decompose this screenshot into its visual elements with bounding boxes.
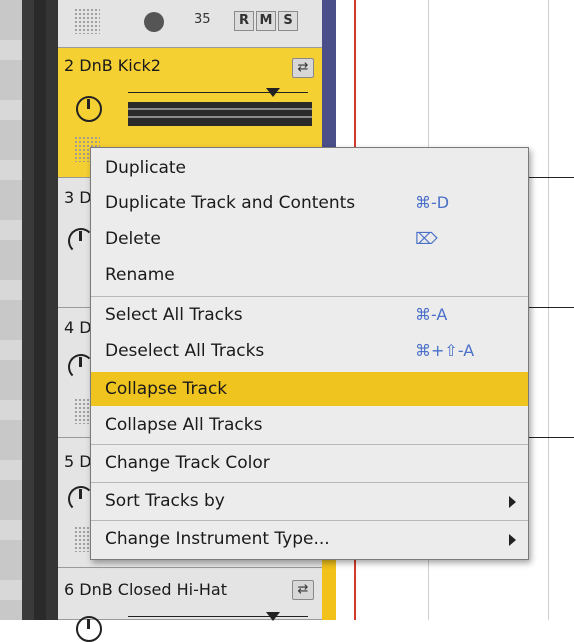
left-edge-strip	[0, 0, 22, 620]
level-meter	[128, 102, 312, 126]
volume-fader-track	[128, 92, 308, 93]
track-color-bar	[322, 0, 336, 48]
menu-item-delete[interactable]: Delete ⌦	[91, 222, 528, 256]
mute-button[interactable]: M	[256, 11, 276, 31]
track-name[interactable]: 5 D	[64, 452, 92, 471]
menu-item-label: Delete	[105, 229, 161, 249]
menu-item-change-track-color[interactable]: Change Track Color	[91, 446, 528, 480]
menu-item-label: Collapse All Tracks	[105, 415, 263, 435]
strip-band	[0, 100, 22, 120]
menu-item-shortcut: ⌘+⇧-A	[415, 341, 475, 360]
menu-item-deselect-all-tracks[interactable]: Deselect All Tracks ⌘+⇧-A	[91, 334, 528, 368]
track-header[interactable]: 35 R M S	[58, 0, 322, 48]
track-name[interactable]: 4 D	[64, 318, 92, 337]
menu-item-shortcut: ⌘-D	[415, 193, 450, 212]
swap-icon[interactable]: ⇄	[292, 580, 314, 600]
track-name[interactable]: 2 DnB Kick2	[64, 56, 161, 75]
menu-item-collapse-track[interactable]: Collapse Track	[91, 372, 528, 406]
menu-item-label: Change Instrument Type...	[105, 529, 330, 549]
menu-item-label: Deselect All Tracks	[105, 341, 265, 361]
track-color-bar	[322, 568, 336, 620]
track-name[interactable]: 3 D	[64, 188, 92, 207]
menu-item-label: Duplicate Track and Contents	[105, 193, 356, 213]
menu-item-collapse-all-tracks[interactable]: Collapse All Tracks	[91, 408, 528, 442]
menu-item-label: Collapse Track	[105, 379, 228, 399]
strip-band	[0, 40, 22, 60]
menu-item-select-all-tracks[interactable]: Select All Tracks ⌘-A	[91, 298, 528, 332]
strip-band	[0, 520, 22, 540]
track-name[interactable]: 6 DnB Closed Hi-Hat	[64, 580, 227, 599]
solo-button[interactable]: S	[278, 11, 298, 31]
mute-dot-icon[interactable]	[144, 12, 164, 32]
menu-item-label: Duplicate	[105, 158, 186, 178]
swap-icon[interactable]: ⇄	[292, 58, 314, 78]
strip-band	[0, 160, 22, 180]
strip-band	[0, 460, 22, 480]
menu-item-label: Select All Tracks	[105, 305, 243, 325]
track-context-menu: Duplicate Duplicate Track and Contents ⌘…	[90, 147, 529, 560]
volume-fader-track	[128, 616, 308, 617]
menu-item-rename[interactable]: Rename	[91, 258, 528, 292]
menu-item-duplicate[interactable]: Duplicate	[91, 151, 528, 185]
menu-item-label: Sort Tracks by	[105, 491, 225, 511]
panel-divider	[46, 0, 58, 620]
menu-item-label: Change Track Color	[105, 453, 270, 473]
strip-band	[0, 220, 22, 240]
drag-grip-icon[interactable]	[74, 8, 100, 34]
pan-knob-icon[interactable]	[76, 96, 102, 122]
strip-band	[0, 340, 22, 360]
panel-divider[interactable]	[34, 0, 46, 620]
menu-separator	[91, 296, 528, 297]
track-header[interactable]: 6 DnB Closed Hi-Hat ⇄	[58, 568, 322, 642]
menu-item-label: Rename	[105, 265, 175, 285]
track-volume: 35	[194, 12, 211, 27]
strip-band	[0, 400, 22, 420]
record-arm-button[interactable]: R	[234, 11, 254, 31]
volume-fader-thumb[interactable]	[266, 88, 280, 97]
delete-key-icon: ⌦	[415, 229, 438, 248]
menu-item-duplicate-track-and-contents[interactable]: Duplicate Track and Contents ⌘-D	[91, 186, 528, 220]
submenu-arrow-icon	[509, 534, 516, 546]
menu-item-sort-tracks-by[interactable]: Sort Tracks by	[91, 484, 528, 518]
panel-divider	[22, 0, 34, 620]
strip-band	[0, 580, 22, 600]
strip-band	[0, 280, 22, 300]
menu-separator	[91, 444, 528, 445]
submenu-arrow-icon	[509, 496, 516, 508]
menu-item-shortcut: ⌘-A	[415, 305, 448, 324]
grid-line	[548, 0, 549, 620]
menu-separator	[91, 482, 528, 483]
menu-separator	[91, 520, 528, 521]
menu-item-change-instrument-type[interactable]: Change Instrument Type...	[91, 522, 528, 556]
